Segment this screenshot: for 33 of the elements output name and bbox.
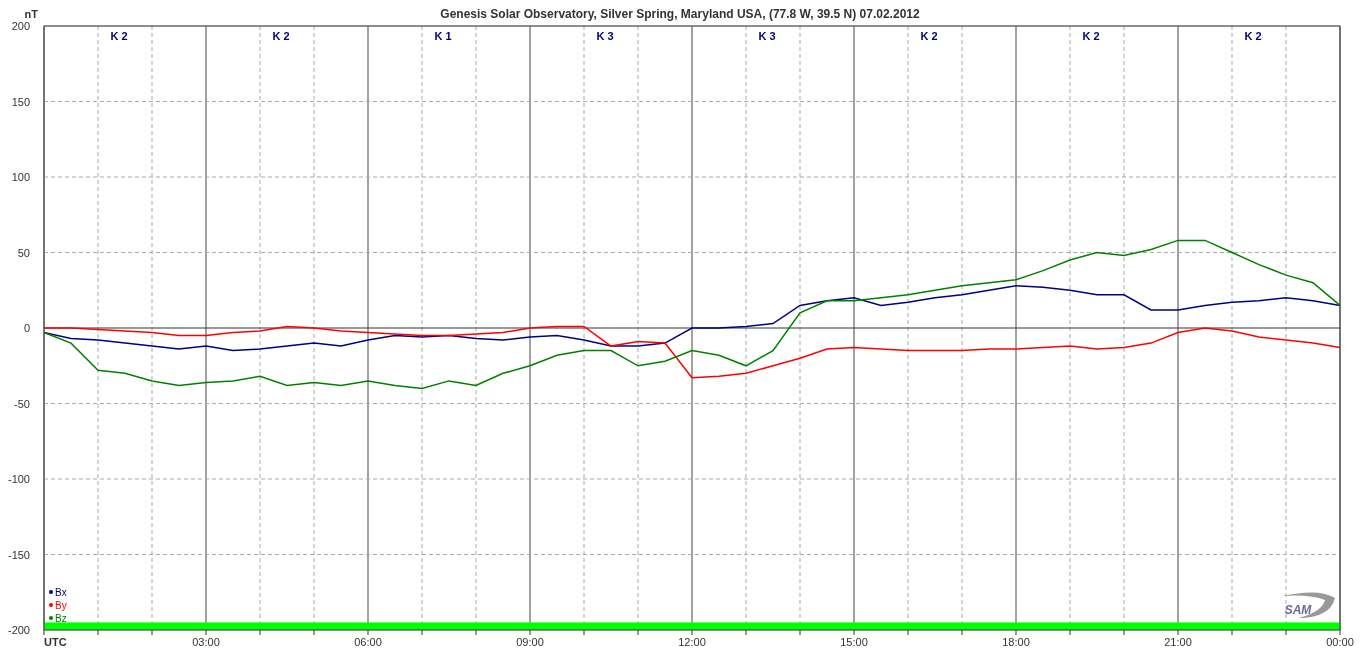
y-tick-label: 200 (11, 20, 30, 32)
k-index-label: K 2 (1082, 30, 1100, 42)
x-tick-label: 21:00 (1164, 636, 1192, 648)
k-index-label: K 2 (272, 30, 290, 42)
chart-title: Genesis Solar Observatory, Silver Spring, Maryland USA, (77.8 W, 39.5 N) 07.02.2012 (440, 7, 920, 21)
y-axis-label: nT (24, 8, 38, 20)
x-tick-label: 06:00 (354, 636, 382, 648)
k-index-label: K 2 (1244, 30, 1262, 42)
y-tick-label: 0 (23, 322, 30, 334)
k-index-label: K 3 (758, 30, 776, 42)
y-tick-label: -50 (14, 397, 30, 410)
x-tick-label: 18:00 (1002, 636, 1030, 648)
legend-label: Bz (55, 613, 67, 624)
x-tick-label: UTC (44, 636, 67, 648)
x-tick-label: 12:00 (678, 636, 706, 648)
swoosh-icon (1282, 592, 1335, 618)
legend-label: Bx (55, 587, 67, 598)
y-tick-label: -100 (7, 473, 30, 485)
x-tick-label: 03:00 (192, 636, 220, 648)
k-index-label: K 2 (110, 30, 128, 42)
legend-label: By (55, 600, 67, 611)
x-tick-label: 00:00 (1326, 636, 1354, 648)
logo: SAM (1284, 603, 1312, 617)
k-index-label: K 3 (596, 30, 614, 42)
k-index-label: K 1 (434, 30, 452, 42)
y-tick-label: 150 (11, 95, 30, 108)
k-index-label: K 2 (920, 30, 938, 42)
y-tick-label: 50 (17, 246, 30, 259)
x-tick-label: 15:00 (840, 636, 868, 648)
y-tick-label: 100 (11, 171, 30, 183)
y-tick-label: -150 (7, 548, 30, 561)
y-tick-label: -200 (7, 624, 30, 636)
x-tick-label: 09:00 (516, 636, 544, 648)
